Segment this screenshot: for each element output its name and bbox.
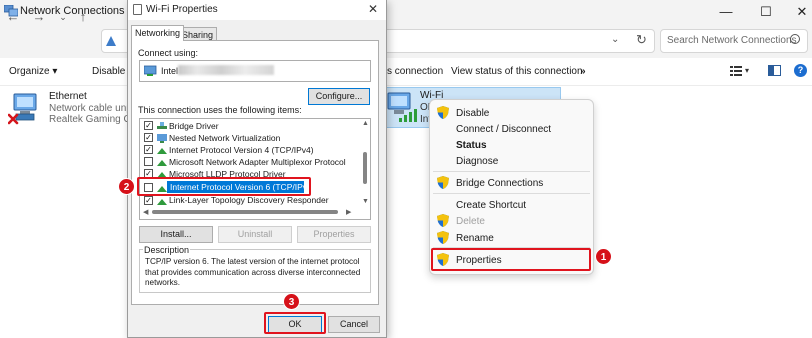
context-menu-connect-disconnect[interactable]: Connect / Disconnect <box>456 124 551 135</box>
organize-menu-button[interactable]: Organize ▾ <box>9 66 57 77</box>
item-properties-button: Properties <box>297 226 371 243</box>
protocol-icon <box>157 160 167 166</box>
minimize-button[interactable]: — <box>714 3 738 21</box>
properties-highlight-box <box>431 248 591 271</box>
close-button[interactable]: ✕ <box>790 3 812 21</box>
ipv4-checkbox[interactable]: ✓ <box>144 145 153 154</box>
list-item-bridge-driver[interactable]: Bridge Driver <box>169 121 219 131</box>
uac-shield-icon <box>437 106 449 119</box>
forward-arrow-icon[interactable]: → <box>32 9 46 24</box>
context-menu-separator <box>433 171 590 172</box>
list-item-nested-virtualization[interactable]: Nested Network Virtualization <box>169 133 280 143</box>
uac-shield-icon <box>437 231 449 244</box>
address-history-chevron-icon[interactable]: ⌄ <box>611 34 619 45</box>
more-commands-button[interactable]: » <box>580 66 586 77</box>
help-icon[interactable]: ? <box>794 64 807 77</box>
list-item-ipv4[interactable]: Internet Protocol Version 4 (TCP/IPv4) <box>169 145 314 155</box>
step-badge-2: 2 <box>118 178 135 195</box>
adapter-name-redacted <box>178 65 274 75</box>
search-placeholder: Search Network Connections <box>667 35 797 46</box>
dialog-title-icon <box>133 4 142 15</box>
horizontal-scroll-thumb[interactable] <box>152 210 338 214</box>
vertical-scroll-thumb[interactable] <box>363 152 367 184</box>
context-menu-rename[interactable]: Rename <box>456 233 494 244</box>
network-adapter-icon <box>144 65 157 76</box>
uac-shield-icon <box>437 176 449 189</box>
search-icon <box>790 34 800 44</box>
ethernet-adapter-icon[interactable] <box>8 92 44 126</box>
configure-button[interactable]: Configure... <box>308 88 370 105</box>
uninstall-button: Uninstall <box>218 226 292 243</box>
connect-using-label: Connect using: <box>138 48 199 58</box>
lltd-responder-checkbox[interactable]: ✓ <box>144 196 153 205</box>
dialog-close-button[interactable]: ✕ <box>368 2 378 16</box>
ok-highlight-box <box>264 312 326 334</box>
context-menu-delete: Delete <box>456 216 485 227</box>
bridge-driver-checkbox[interactable]: ✓ <box>144 121 153 130</box>
uac-shield-icon <box>437 214 449 227</box>
scroll-right-arrow-icon[interactable]: ▶ <box>346 208 351 216</box>
scroll-left-arrow-icon[interactable]: ◀ <box>143 208 148 216</box>
tab-networking[interactable]: Networking <box>131 25 185 41</box>
service-icon <box>157 122 167 129</box>
items-list-label: This connection uses the following items… <box>138 105 302 115</box>
ethernet-connection-name[interactable]: Ethernet <box>49 91 87 102</box>
maximize-button[interactable]: ☐ <box>754 3 778 21</box>
refresh-icon[interactable]: ↻ <box>636 32 647 48</box>
context-menu-bridge-connections[interactable]: Bridge Connections <box>456 178 543 189</box>
ipv6-highlight-box <box>137 177 311 196</box>
context-menu-disable[interactable]: Disable <box>456 108 489 119</box>
client-icon <box>157 134 167 143</box>
step-badge-3: 3 <box>283 293 300 310</box>
back-arrow-icon[interactable]: ← <box>6 9 20 24</box>
nested-virtualization-checkbox[interactable]: ✓ <box>144 133 153 142</box>
up-arrow-icon[interactable]: ↑ <box>76 9 90 24</box>
wifi-adapter-icon[interactable] <box>384 91 420 123</box>
disable-device-button[interactable]: Disable t <box>92 66 131 77</box>
protocol-icon <box>157 148 167 154</box>
scroll-up-arrow-icon[interactable]: ▲ <box>362 120 369 127</box>
list-item-multiplexor[interactable]: Microsoft Network Adapter Multiplexor Pr… <box>169 157 346 167</box>
cancel-button[interactable]: Cancel <box>328 316 380 333</box>
list-item-lltd-responder[interactable]: Link-Layer Topology Discovery Responder <box>169 195 329 205</box>
description-title: Description <box>143 245 191 255</box>
context-menu-diagnose[interactable]: Diagnose <box>456 156 498 167</box>
multiplexor-checkbox[interactable] <box>144 157 153 166</box>
scroll-down-arrow-icon[interactable]: ▼ <box>362 198 369 205</box>
dialog-title: Wi-Fi Properties <box>146 4 218 15</box>
install-button[interactable]: Install... <box>139 226 213 243</box>
recent-locations-chevron-icon[interactable]: ⌄ <box>56 12 70 23</box>
view-options-chevron-icon[interactable]: ▾ <box>745 66 749 75</box>
adapter-name: Intel <box>161 66 179 76</box>
context-menu-create-shortcut[interactable]: Create Shortcut <box>456 200 526 211</box>
protocol-icon <box>157 199 167 205</box>
diagnose-connection-button[interactable]: s connection <box>387 66 443 77</box>
view-status-button[interactable]: View status of this connection <box>451 66 583 77</box>
step-badge-1: 1 <box>595 248 612 265</box>
context-menu-separator <box>433 193 590 194</box>
description-text: TCP/IP version 6. The latest version of … <box>145 257 361 287</box>
change-view-icon[interactable] <box>730 66 742 76</box>
preview-pane-icon[interactable] <box>768 65 781 76</box>
context-menu-status[interactable]: Status <box>456 140 487 151</box>
